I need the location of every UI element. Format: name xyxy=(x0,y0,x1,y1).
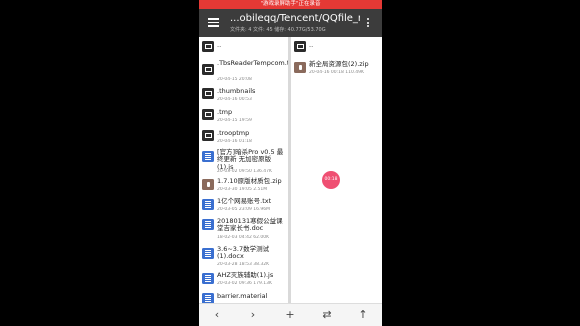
list-item[interactable]: [官方]暗杀Pro v0.5 最终更新 无加密原版(1).js 20-03-02… xyxy=(199,147,288,175)
document-icon xyxy=(202,273,214,284)
folder-icon xyxy=(202,88,214,99)
list-item[interactable]: .TbsReaderTempcom.tencent.mobileqq 20-04… xyxy=(199,57,288,84)
document-icon xyxy=(202,248,214,259)
list-item[interactable]: 1.7.10原版材质包.zip 20-03-30 19:05 2.51M xyxy=(199,175,288,195)
file-meta: 20-03-05 23:09 16.96M xyxy=(217,207,271,212)
file-name: .tmp xyxy=(217,108,233,116)
file-name: 3.6~3.7数学测试(1).docx xyxy=(217,245,270,261)
parent-folder-row[interactable]: .. xyxy=(291,37,382,57)
file-name: barrier.material xyxy=(217,292,268,300)
list-item[interactable]: .tmp 20-04-15 19:59 xyxy=(199,104,288,125)
file-meta: 20-04-15 20:08 xyxy=(217,77,252,82)
back-icon[interactable]: ‹ xyxy=(210,308,224,322)
file-name: 1.7.10原版材质包.zip xyxy=(217,177,282,185)
file-meta: 20-03-02 09:36 179.13K xyxy=(217,281,272,286)
folder-icon xyxy=(202,64,214,75)
file-name: 1亿个网易账号.txt xyxy=(217,197,272,205)
parent-folder-row[interactable]: .. xyxy=(199,37,288,57)
phone-screen: "游戏录屏助手"正在录音 ...obileqq/Tencent/QQfile_r… xyxy=(199,0,382,326)
document-icon xyxy=(202,199,214,210)
left-file-pane: .. .TbsReaderTempcom.tencent.mobileqq 20… xyxy=(199,37,288,303)
file-meta: 20-04-16 01:18 xyxy=(217,139,252,144)
list-item[interactable]: 新全局资源包(2).zip 20-04-16 00:18 110.49K xyxy=(291,57,382,79)
list-item[interactable]: 3.6~3.7数学测试(1).docx 20-03-28 18:53 38.32… xyxy=(199,244,288,269)
file-meta: 18-02-03 04:42 62.00K xyxy=(217,235,270,240)
file-meta: 20-03-02 09:50 136.47K xyxy=(217,169,272,174)
forward-icon[interactable]: › xyxy=(246,308,260,322)
recording-banner: "游戏录屏助手"正在录音 xyxy=(199,0,382,9)
document-icon xyxy=(202,151,214,162)
swap-panes-icon[interactable]: ⇄ xyxy=(320,308,334,322)
file-name: .TbsReaderTempcom.tencent.mobileqq xyxy=(217,59,288,67)
file-meta: 20-03-28 18:53 38.32K xyxy=(217,262,270,267)
recording-timer-button[interactable]: 00:18 xyxy=(322,171,340,189)
folder-icon xyxy=(294,41,306,52)
menu-icon[interactable] xyxy=(208,18,219,27)
file-meta: 20-03-30 19:05 2.51M xyxy=(217,187,268,192)
archive-icon xyxy=(202,179,214,190)
bottom-action-bar: ‹ › + ⇄ ↑ xyxy=(199,303,382,326)
list-item[interactable]: barrier.material xyxy=(199,289,288,303)
list-item[interactable]: 1亿个网易账号.txt 20-03-05 23:09 16.96M xyxy=(199,195,288,215)
list-item[interactable]: 20180131寒假公益课堂吉家长书.doc 18-02-03 04:42 62… xyxy=(199,215,288,244)
more-options-icon[interactable] xyxy=(365,18,371,30)
list-item[interactable]: AHZ灭族辅助(1).js 20-03-02 09:36 179.13K xyxy=(199,269,288,289)
file-name: [官方]暗杀Pro v0.5 最终更新 无加密原版(1).js xyxy=(217,148,284,171)
up-directory-icon[interactable]: ↑ xyxy=(356,308,370,322)
list-item[interactable]: .thumbnails 20-04-16 00:53 xyxy=(199,84,288,104)
folder-icon xyxy=(202,41,214,52)
right-file-pane: .. 新全局资源包(2).zip 20-04-16 00:18 110.49K xyxy=(291,37,382,303)
path-title: ...obileqq/Tencent/QQfile_recv/ xyxy=(230,13,360,24)
parent-folder-label: .. xyxy=(217,41,222,49)
storage-summary: 文件夹: 4 文件: 45 储存: 40.77G/53.70G xyxy=(230,27,326,33)
file-name: 20180131寒假公益课堂吉家长书.doc xyxy=(217,217,283,233)
add-icon[interactable]: + xyxy=(283,308,297,322)
file-meta: 20-04-16 00:18 110.49K xyxy=(309,70,364,75)
archive-icon xyxy=(294,62,306,73)
toolbar: ...obileqq/Tencent/QQfile_recv/ 文件夹: 4 文… xyxy=(199,9,382,37)
folder-icon xyxy=(202,130,214,141)
folder-icon xyxy=(202,109,214,120)
file-name: .trooptmp xyxy=(217,129,250,137)
file-meta: 20-04-16 00:53 xyxy=(217,97,252,102)
parent-folder-label: .. xyxy=(309,41,314,49)
file-meta: 20-04-15 19:59 xyxy=(217,118,252,123)
file-name: 新全局资源包(2).zip xyxy=(309,60,369,68)
list-item[interactable]: .trooptmp 20-04-16 01:18 xyxy=(199,125,288,147)
document-icon xyxy=(202,293,214,303)
file-name: AHZ灭族辅助(1).js xyxy=(217,271,274,279)
document-icon xyxy=(202,219,214,230)
file-name: .thumbnails xyxy=(217,87,256,95)
